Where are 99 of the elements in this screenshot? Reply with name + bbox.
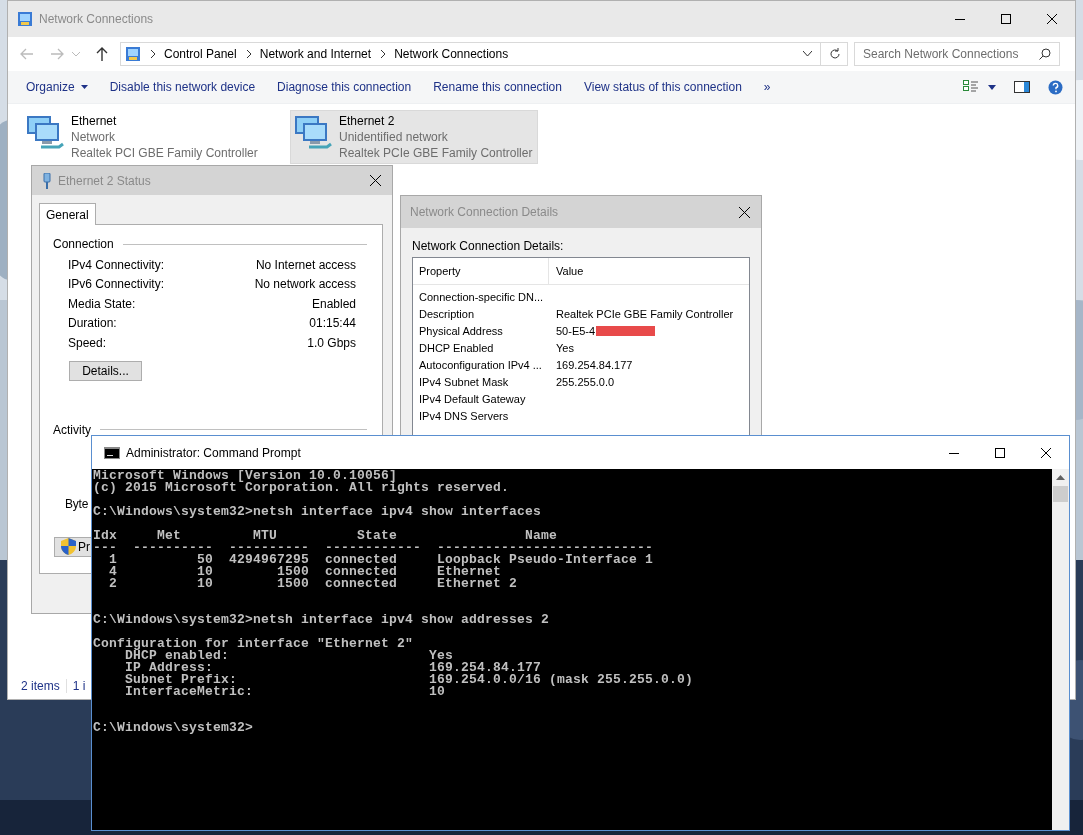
network-connection-item[interactable]: Ethernet Network Realtek PCI GBE Family Controller bbox=[22, 110, 270, 164]
console-line: InterfaceMetric: 10 bbox=[124, 686, 447, 698]
console-line: 2 10 1500 connected Ethernet 2 bbox=[108, 578, 519, 590]
close-icon bbox=[1041, 447, 1051, 458]
control-panel-icon bbox=[17, 11, 33, 27]
value-cell: 50-E5-4 bbox=[556, 324, 596, 337]
property-cell-text: IPv4 Subnet Mask bbox=[418, 375, 510, 388]
connection-status: Network bbox=[71, 129, 116, 145]
console-line: (c) 2015 Microsoft Corporation. All rights reserved. bbox=[93, 482, 511, 494]
scroll-thumb[interactable] bbox=[1053, 486, 1068, 502]
field-value: 1.0 Gbps bbox=[307, 335, 356, 350]
window-title: Network Connections bbox=[39, 12, 154, 26]
scrollbar[interactable] bbox=[1052, 469, 1069, 830]
property-cell-text: DHCP Enabled bbox=[418, 341, 495, 354]
search-icon[interactable] bbox=[1039, 48, 1051, 60]
console-line: C:\Windows\system32>netsh interface ipv4 show addresses 2 bbox=[93, 614, 551, 626]
organize-button[interactable]: Organize bbox=[18, 74, 102, 100]
adapter-name: Realtek PCIe GBE Family Controller bbox=[339, 145, 533, 161]
chevron-right-icon bbox=[151, 50, 156, 58]
connection-name: Ethernet 2 bbox=[339, 113, 396, 129]
console-line: Subnet Prefix: 169.254.0.0/16 (mask 255.255.0.0) bbox=[124, 674, 695, 686]
console-line: Microsoft Windows [Version 10.0.10056] bbox=[93, 470, 398, 482]
connection-name: Ethernet bbox=[71, 113, 118, 129]
field-label: IPv6 Connectivity: bbox=[68, 277, 165, 292]
tab[interactable]: General bbox=[39, 203, 96, 225]
close-icon bbox=[1047, 14, 1057, 24]
value-cell: 169.254.84.177 bbox=[556, 358, 633, 371]
chevron-right-icon bbox=[381, 50, 387, 58]
help-icon[interactable] bbox=[1048, 79, 1063, 95]
refresh-icon[interactable] bbox=[829, 48, 841, 60]
console-line: 1 50 4294967295 connected Loopback Pseudo-Interface 1 bbox=[108, 554, 655, 566]
console-line: 4 10 1500 connected Ethernet bbox=[108, 566, 503, 578]
console-icon bbox=[104, 446, 120, 459]
search-field[interactable]: Search Network Connections bbox=[854, 42, 1060, 66]
field-label: Duration: bbox=[68, 316, 117, 331]
property-cell-text: Autoconfiguration IPv4 ... bbox=[418, 358, 543, 371]
console-line: --- ---------- ---------- ------------ --------------------------- bbox=[93, 542, 655, 554]
field-label: Media State: bbox=[68, 296, 136, 311]
plug-icon bbox=[42, 172, 52, 189]
field-label: IPv4 Connectivity: bbox=[68, 257, 165, 272]
preview-pane-icon[interactable] bbox=[1014, 81, 1030, 93]
search-input[interactable]: Search Network Connections bbox=[863, 47, 1039, 61]
dialog-title: Network Connection Details bbox=[410, 205, 559, 219]
properties-button[interactable]: Pr bbox=[54, 536, 92, 557]
property-cell-text: IPv4 DNS Servers bbox=[418, 409, 510, 422]
field-value: 01:15:44 bbox=[309, 316, 356, 331]
connection-status: Unidentified network bbox=[339, 129, 449, 145]
command-button[interactable]: Rename this connection bbox=[425, 74, 576, 100]
command-button[interactable]: Diagnose this connection bbox=[269, 74, 426, 100]
maximize-icon bbox=[1001, 14, 1011, 24]
maximize-icon bbox=[995, 447, 1005, 458]
field-value: Enabled bbox=[311, 296, 356, 311]
console-line: C:\Windows\system32>netsh interface ipv4 show interfaces bbox=[93, 506, 543, 518]
field-label: Byte bbox=[65, 496, 89, 511]
console-line: C:\Windows\system32> bbox=[93, 722, 255, 734]
status-text: 2 items bbox=[21, 679, 60, 693]
caret-icon[interactable] bbox=[988, 84, 996, 90]
command-button[interactable]: Disable this network device bbox=[101, 74, 270, 100]
console-line: DHCP enabled: Yes bbox=[125, 650, 454, 662]
field-value: No network access bbox=[254, 277, 356, 292]
dialog-title: Ethernet 2 Status bbox=[58, 173, 151, 188]
field-value: No Internet access bbox=[255, 257, 356, 272]
close-icon bbox=[738, 206, 750, 218]
column-header[interactable]: Property bbox=[413, 258, 549, 284]
command-button[interactable]: View status of this connection bbox=[575, 74, 756, 100]
column-header[interactable]: Value bbox=[549, 258, 584, 284]
console-line: IP Address: 169.254.84.177 bbox=[124, 662, 543, 674]
property-cell-text: IPv4 Default Gateway bbox=[418, 392, 527, 405]
value-cell: Yes bbox=[556, 341, 574, 354]
adapter-name: Realtek PCI GBE Family Controller bbox=[71, 145, 258, 161]
console-line: Idx Met MTU State Name bbox=[93, 530, 559, 542]
breadcrumb[interactable]: Network and Internet bbox=[259, 47, 372, 61]
shield-icon bbox=[61, 538, 76, 555]
chevron-down-icon[interactable] bbox=[803, 51, 812, 57]
group-heading: Connection bbox=[53, 237, 114, 251]
close-icon bbox=[369, 175, 381, 186]
more-commands-button[interactable]: » bbox=[755, 74, 785, 100]
breadcrumb[interactable]: Control Panel bbox=[164, 47, 237, 61]
status-text: 1 i bbox=[72, 679, 86, 693]
property-cell-text: Physical Address bbox=[418, 324, 504, 337]
scroll-up-icon[interactable] bbox=[1056, 475, 1065, 480]
control-panel-icon bbox=[125, 46, 141, 62]
property-cell-text: Connection-specific DN... bbox=[418, 290, 545, 303]
window-title: Administrator: Command Prompt bbox=[126, 445, 301, 460]
details-button[interactable]: Details... bbox=[69, 360, 142, 381]
address-bar[interactable]: Control Panel Network and Internet Network Connections bbox=[120, 42, 848, 66]
network-connection-item[interactable]: Ethernet 2 Unidentified network Realtek PCIe GBE Family Controller bbox=[290, 110, 538, 164]
list-caption: Network Connection Details: bbox=[412, 239, 565, 253]
value-cell: 255.255.0.0 bbox=[556, 375, 615, 388]
value-cell: Realtek PCIe GBE Family Controller bbox=[556, 307, 734, 320]
breadcrumb[interactable]: Network Connections bbox=[394, 47, 509, 61]
property-cell-text: Description bbox=[418, 307, 476, 320]
caret-icon bbox=[80, 85, 88, 89]
view-options-icon[interactable] bbox=[963, 80, 979, 94]
chevron-right-icon bbox=[246, 50, 252, 58]
console-line: Configuration for interface "Ethernet 2" bbox=[93, 638, 415, 650]
group-heading: Activity bbox=[53, 422, 91, 437]
up-arrow-icon[interactable] bbox=[96, 47, 108, 61]
field-label: Speed: bbox=[68, 335, 107, 350]
